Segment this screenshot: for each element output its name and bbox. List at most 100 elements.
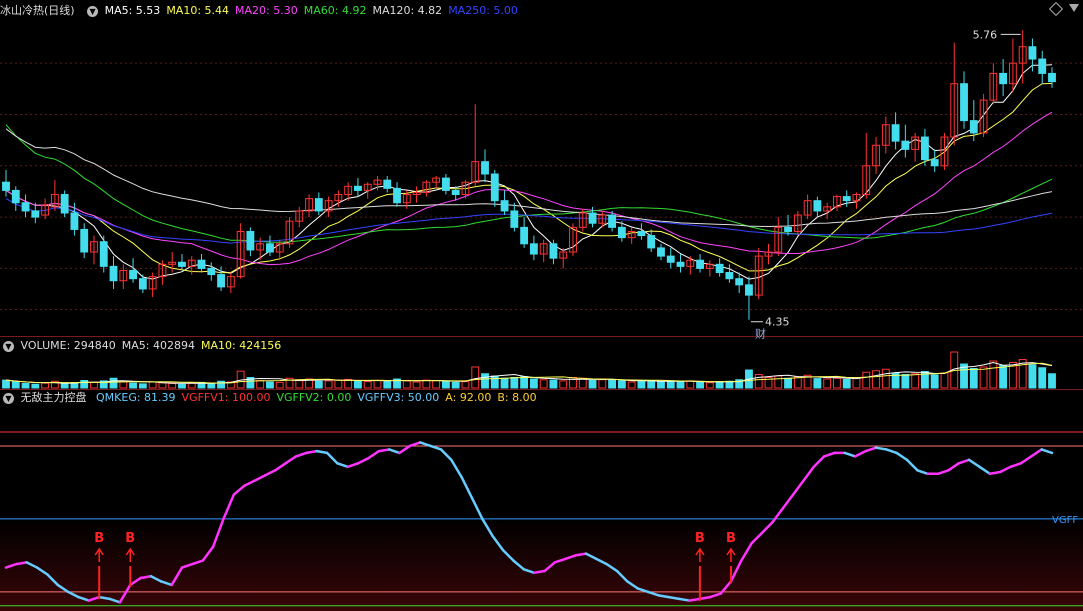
candle-body[interactable]: [99, 241, 108, 267]
buy-signal-label[interactable]: B: [125, 531, 135, 546]
candle-body[interactable]: [666, 255, 675, 263]
volume-bar[interactable]: [471, 366, 480, 389]
volume-bar[interactable]: [441, 380, 450, 389]
volume-bar[interactable]: [451, 381, 460, 389]
volume-bar[interactable]: [784, 377, 792, 389]
volume-bar[interactable]: [627, 381, 636, 389]
candle-body[interactable]: [246, 230, 255, 251]
volume-bar[interactable]: [715, 381, 724, 389]
volume-bar[interactable]: [2, 379, 10, 389]
volume-bar[interactable]: [80, 380, 89, 389]
candle-body[interactable]: [490, 173, 499, 202]
candle-body[interactable]: [608, 214, 617, 228]
candle-body[interactable]: [549, 243, 558, 259]
candle-body[interactable]: [510, 210, 519, 228]
volume-bar[interactable]: [187, 382, 196, 389]
volume-bar[interactable]: [217, 380, 225, 389]
volume-bar[interactable]: [1028, 364, 1037, 389]
volume-bar[interactable]: [969, 368, 978, 389]
buy-signal-label[interactable]: B: [695, 531, 705, 546]
volume-bar[interactable]: [686, 380, 695, 389]
volume-bar[interactable]: [402, 380, 411, 389]
volume-bar[interactable]: [510, 377, 519, 389]
volume-bar[interactable]: [363, 381, 372, 389]
volume-bar[interactable]: [207, 383, 216, 389]
volume-bar[interactable]: [119, 381, 128, 389]
financial-report-mark[interactable]: 财: [755, 327, 766, 341]
candle-body[interactable]: [676, 261, 685, 267]
volume-bar[interactable]: [862, 371, 871, 389]
volume-bar[interactable]: [129, 382, 138, 389]
candle-body[interactable]: [314, 198, 323, 212]
volume-bar[interactable]: [979, 366, 988, 389]
volume-bar[interactable]: [266, 381, 274, 389]
volume-bar[interactable]: [911, 373, 920, 389]
volume-bar[interactable]: [989, 360, 998, 389]
volume-bar[interactable]: [881, 368, 890, 389]
volume-bar[interactable]: [676, 381, 685, 389]
volume-bar[interactable]: [324, 380, 333, 389]
candle-body[interactable]: [520, 226, 529, 245]
volume-bar[interactable]: [490, 375, 499, 389]
volume-bar[interactable]: [774, 375, 783, 389]
candle-body[interactable]: [383, 179, 392, 189]
chart-canvas[interactable]: 5.76 4.35财 VGFF B B B B: [0, 0, 1083, 611]
volume-bar[interactable]: [412, 381, 421, 389]
volume-bar[interactable]: [31, 383, 40, 389]
volume-bar[interactable]: [940, 372, 949, 389]
candle-body[interactable]: [197, 259, 206, 269]
candle-body[interactable]: [1028, 46, 1037, 60]
volume-bar[interactable]: [696, 381, 704, 389]
volume-bar[interactable]: [481, 373, 489, 389]
volume-bar[interactable]: [148, 381, 157, 389]
candle-body[interactable]: [178, 261, 186, 267]
volume-bar[interactable]: [109, 377, 118, 389]
volume-bar[interactable]: [666, 380, 675, 389]
candle-body[interactable]: [842, 196, 851, 202]
volume-bar[interactable]: [637, 380, 646, 389]
candle-body[interactable]: [1048, 72, 1056, 83]
volume-bar[interactable]: [461, 381, 470, 389]
volume-bar[interactable]: [158, 382, 167, 389]
candle-body[interactable]: [109, 265, 118, 282]
volume-bar[interactable]: [598, 379, 607, 389]
volume-bar[interactable]: [559, 380, 568, 389]
volume-bar[interactable]: [1048, 373, 1056, 389]
volume-bar[interactable]: [275, 381, 284, 389]
volume-bar[interactable]: [500, 377, 509, 389]
candle-body[interactable]: [891, 124, 900, 142]
candle-body[interactable]: [647, 235, 656, 249]
candle-body[interactable]: [207, 267, 216, 276]
candle-body[interactable]: [11, 189, 20, 204]
volume-bar[interactable]: [432, 380, 441, 389]
volume-bar[interactable]: [539, 379, 548, 389]
candle-body[interactable]: [920, 136, 929, 161]
volume-bar[interactable]: [705, 382, 714, 389]
candle-body[interactable]: [735, 278, 744, 286]
candle-body[interactable]: [813, 200, 822, 212]
volume-bar[interactable]: [314, 380, 323, 389]
volume-bar[interactable]: [617, 380, 626, 389]
volume-bar[interactable]: [999, 365, 1008, 389]
volume-bar[interactable]: [90, 381, 98, 389]
volume-bar[interactable]: [754, 374, 763, 389]
candle-body[interactable]: [21, 202, 30, 212]
volume-bar[interactable]: [422, 379, 431, 389]
volume-bar[interactable]: [41, 382, 50, 389]
candle-body[interactable]: [481, 161, 489, 175]
volume-bar[interactable]: [657, 381, 665, 389]
candle-body[interactable]: [657, 247, 665, 257]
candle-body[interactable]: [60, 194, 69, 214]
volume-bar[interactable]: [178, 383, 186, 389]
volume-bar[interactable]: [1038, 367, 1047, 389]
volume-bar[interactable]: [588, 380, 597, 389]
candle-body[interactable]: [745, 284, 753, 296]
volume-bar[interactable]: [354, 380, 362, 389]
volume-bar[interactable]: [60, 383, 69, 389]
candle-body[interactable]: [1038, 58, 1047, 74]
volume-bar[interactable]: [256, 380, 265, 389]
buy-signal-label[interactable]: B: [726, 531, 736, 546]
volume-bar[interactable]: [872, 370, 880, 389]
candle-body[interactable]: [129, 269, 138, 280]
candle-body[interactable]: [637, 230, 646, 237]
